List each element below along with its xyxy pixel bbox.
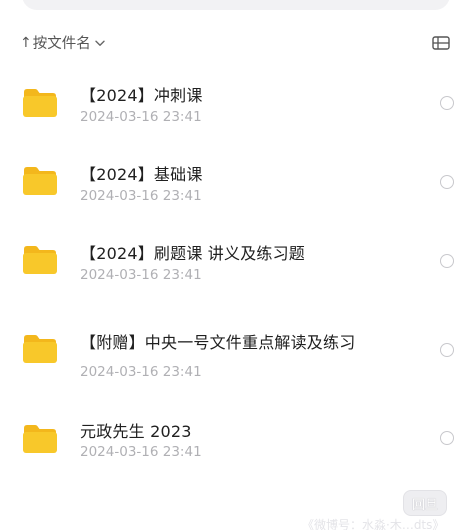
list-item[interactable]: 【2024】刷题课 讲义及练习题 2024-03-16 23:41 xyxy=(0,226,472,296)
floating-button[interactable]: 回旦 xyxy=(403,490,447,516)
folder-icon xyxy=(22,166,58,196)
file-date: 2024-03-16 23:41 xyxy=(80,444,202,460)
file-date: 2024-03-16 23:41 xyxy=(80,267,202,283)
select-radio[interactable] xyxy=(440,431,454,445)
select-radio[interactable] xyxy=(440,96,454,110)
file-name: 【2024】刷题课 讲义及练习题 xyxy=(80,244,306,263)
file-name: 【附赠】中央一号文件重点解读及练习 xyxy=(80,333,356,352)
file-name: 【2024】冲刺课 xyxy=(80,86,203,105)
select-radio[interactable] xyxy=(440,254,454,268)
file-name: 【2024】基础课 xyxy=(80,165,203,184)
folder-icon xyxy=(22,334,58,364)
watermark: 《微博号：水淼·木…dts》 xyxy=(302,518,445,530)
file-date: 2024-03-16 23:41 xyxy=(80,188,202,204)
select-radio[interactable] xyxy=(440,343,454,357)
list-item[interactable]: 【附赠】中央一号文件重点解读及练习 2024-03-16 23:41 xyxy=(0,316,472,386)
file-date: 2024-03-16 23:41 xyxy=(80,109,202,125)
folder-icon xyxy=(22,245,58,275)
list-item[interactable]: 【2024】基础课 2024-03-16 23:41 xyxy=(0,148,472,218)
file-date: 2024-03-16 23:41 xyxy=(80,364,202,380)
folder-icon xyxy=(22,88,58,118)
list-item[interactable]: 【2024】冲刺课 2024-03-16 23:41 xyxy=(0,68,472,138)
folder-icon xyxy=(22,424,58,454)
select-radio[interactable] xyxy=(440,175,454,189)
file-browser-screen: ↑ 按文件名 【2024】冲刺课 2024-03-16 23:41 【2024】… xyxy=(0,0,472,530)
list-item[interactable]: 元政先生 2023 2024-03-16 23:41 xyxy=(0,404,472,474)
file-list: 【2024】冲刺课 2024-03-16 23:41 【2024】基础课 202… xyxy=(0,0,472,530)
file-name: 元政先生 2023 xyxy=(80,422,192,441)
